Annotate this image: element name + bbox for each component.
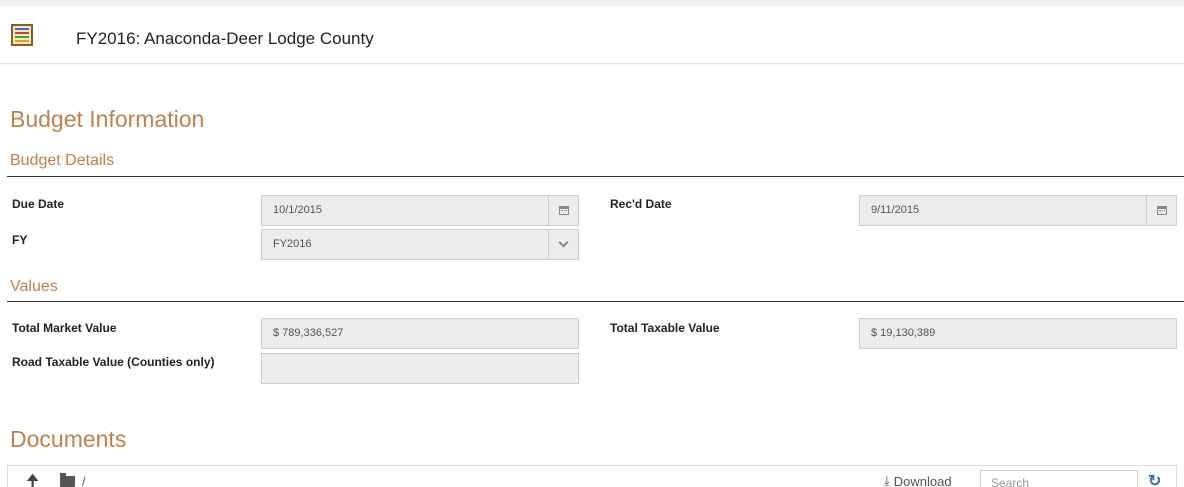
arrow-up-icon[interactable]: 🠉 (26, 474, 39, 487)
documents-toolbar: 🠉 / ⤓ Download ↻ (7, 465, 1177, 487)
fy-dropdown-toggle[interactable] (548, 230, 578, 259)
recd-date-calendar-button[interactable] (1146, 196, 1176, 225)
refresh-icon[interactable]: ↻ (1148, 471, 1161, 487)
chevron-down-icon (558, 237, 569, 248)
download-button[interactable]: ⤓ Download (884, 473, 952, 487)
recd-date-value: 9/11/2015 (871, 204, 920, 216)
total-taxable-value: $ 19,130,389 (871, 327, 936, 339)
search-input[interactable] (980, 470, 1138, 487)
fy-selected-value: FY2016 (273, 238, 312, 250)
due-date-field[interactable]: 10/1/2015 (261, 195, 579, 226)
download-icon: ⤓ (884, 473, 890, 487)
values-heading: Values (10, 278, 58, 295)
download-label: Download (893, 473, 952, 487)
fy-select[interactable]: FY2016 (261, 229, 579, 260)
divider (7, 301, 1184, 302)
page-header: FY2016: Anaconda-Deer Lodge County (0, 12, 1184, 64)
due-date-value: 10/1/2015 (273, 204, 322, 216)
due-date-calendar-button[interactable] (548, 196, 578, 225)
calendar-icon (558, 206, 569, 215)
budget-information-heading: Budget Information (10, 106, 205, 132)
total-taxable-value-label: Total Taxable Value (610, 321, 720, 335)
budget-details-heading: Budget Details (10, 152, 115, 169)
divider (7, 176, 1184, 177)
abacus-icon (11, 24, 33, 46)
calendar-icon (1156, 206, 1167, 215)
total-taxable-value-field[interactable]: $ 19,130,389 (859, 318, 1177, 349)
due-date-label: Due Date (12, 197, 65, 211)
documents-heading: Documents (10, 426, 127, 452)
recd-date-field[interactable]: 9/11/2015 (859, 195, 1177, 226)
fy-label: FY (12, 233, 28, 247)
page-frame: FY2016: Anaconda-Deer Lodge County Budge… (0, 0, 1184, 487)
total-market-value-label: Total Market Value (12, 321, 117, 335)
folder-open-icon[interactable] (60, 473, 75, 487)
folder-path[interactable]: / (82, 474, 86, 487)
road-taxable-value-field[interactable] (261, 353, 579, 384)
road-taxable-value-label: Road Taxable Value (Counties only) (12, 355, 215, 369)
total-market-value: $ 789,336,527 (273, 327, 344, 339)
recd-date-label: Rec'd Date (610, 197, 672, 211)
total-market-value-field[interactable]: $ 789,336,527 (261, 318, 579, 349)
page-title: FY2016: Anaconda-Deer Lodge County (76, 29, 374, 48)
